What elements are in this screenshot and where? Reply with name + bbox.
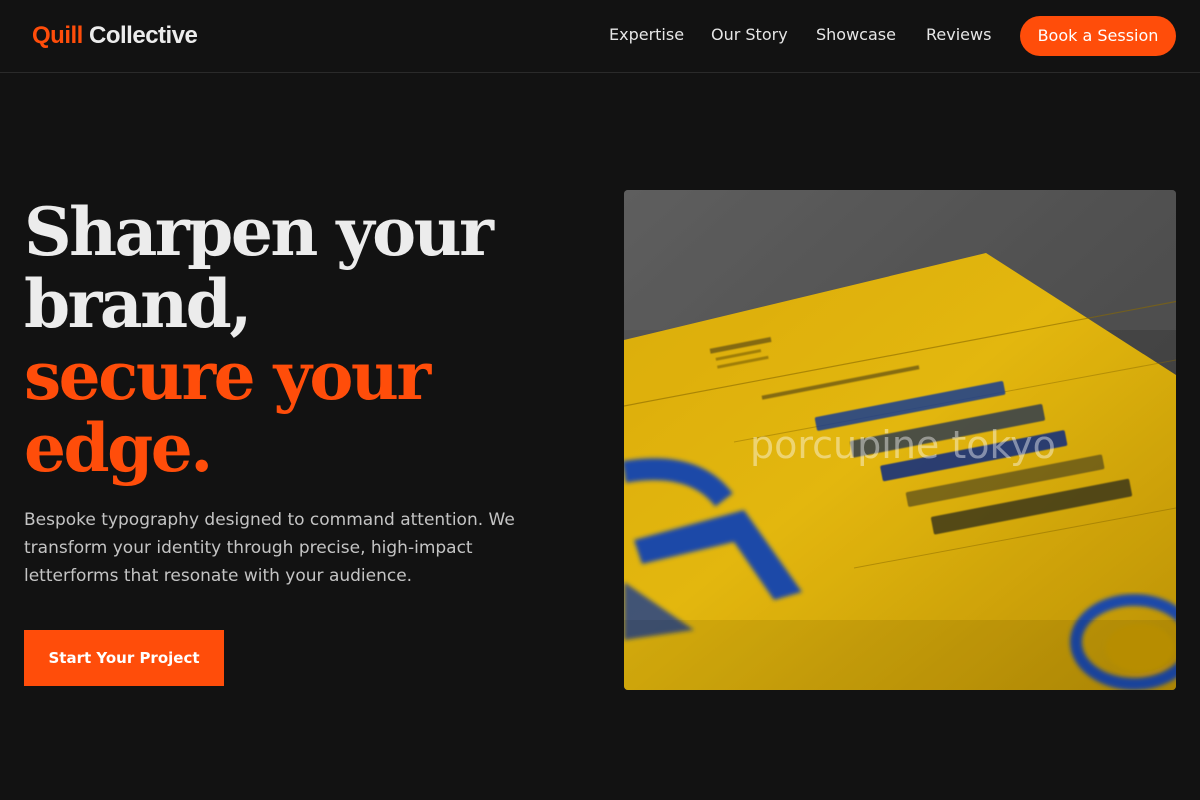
- brand-logo-text: Collective: [82, 22, 198, 49]
- site-header: Quill Collective Expertise Our Story Sho…: [0, 0, 1200, 73]
- hero-title-highlight: edge.: [24, 409, 213, 487]
- brand-logo[interactable]: Quill Collective: [32, 21, 198, 51]
- book-session-button[interactable]: Book a Session: [1020, 16, 1176, 56]
- nav-link-showcase[interactable]: Showcase: [816, 24, 896, 46]
- hero-image: porcupine tokyo: [624, 190, 1176, 690]
- hero-title: Sharpen your brand, secure your edge.: [24, 196, 584, 484]
- nav-link-our-story[interactable]: Our Story: [711, 24, 788, 46]
- brand-logo-accent: Quill: [32, 22, 83, 49]
- hero-title-line: brand,: [24, 265, 252, 343]
- hero-title-line: Sharpen your: [24, 193, 494, 271]
- start-project-button[interactable]: Start Your Project: [24, 630, 224, 686]
- hero-description: Bespoke typography designed to command a…: [24, 510, 515, 586]
- hero-title-highlight: secure your: [24, 337, 431, 415]
- nav-link-expertise[interactable]: Expertise: [609, 24, 684, 46]
- typography-card-illustration: [624, 190, 1176, 690]
- nav-link-reviews[interactable]: Reviews: [926, 24, 991, 46]
